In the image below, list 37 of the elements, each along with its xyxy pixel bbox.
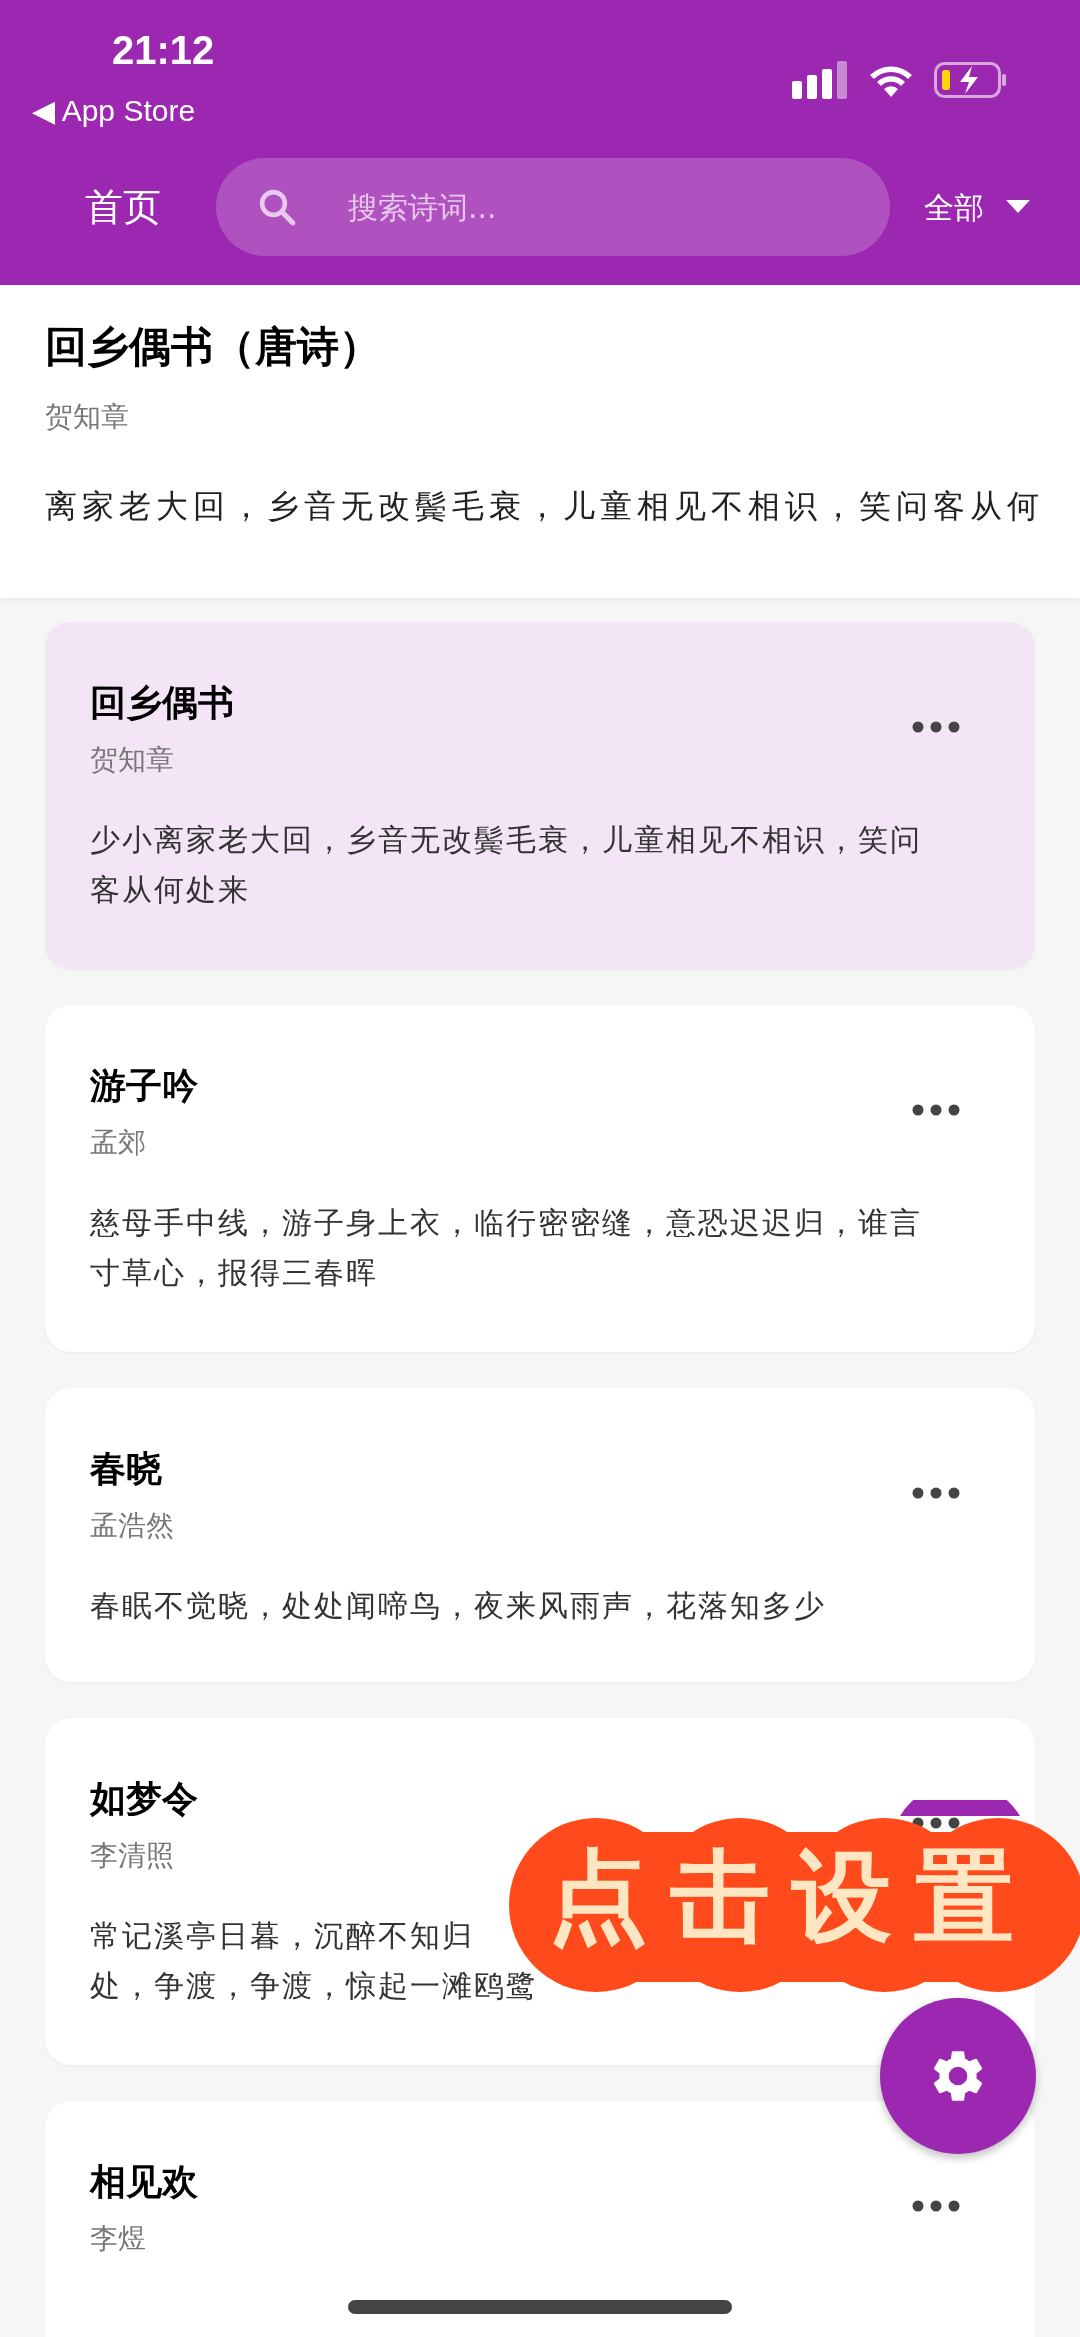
poem-card[interactable]: 相见欢 李煜	[45, 2101, 1035, 2337]
poem-excerpt: 常记溪亭日暮，沉醉不知归	[90, 1917, 475, 1955]
poem-card[interactable]: 回乡偶书 贺知章 少小离家老大回，乡音无改鬓毛衰，儿童相见不相识，笑问 客从何处来	[45, 622, 1035, 969]
poem-title: 如梦令	[90, 1777, 198, 1821]
caret-icon	[1006, 200, 1030, 214]
poem-author: 李清照	[90, 1838, 175, 1874]
back-link[interactable]: ◀ App Store	[32, 88, 196, 133]
signal-icon	[792, 61, 848, 99]
poem-card[interactable]: 春晓 孟浩然 春眠不觉晓，处处闻啼鸟，夜来风雨声，花落知多少	[45, 1388, 1035, 1682]
poem-author: 孟郊	[90, 1125, 147, 1161]
page-title: 首页	[84, 183, 162, 231]
poem-title: 游子吟	[90, 1064, 198, 1108]
poem-excerpt: 寸草心，报得三春晖	[90, 1254, 379, 1292]
status-time: 21:12	[112, 30, 215, 70]
detail-title: 回乡偶书（唐诗）	[45, 321, 382, 373]
poem-excerpt: 处，争渡，争渡，惊起一滩鸥鹭	[90, 1967, 539, 2005]
poem-card[interactable]: 游子吟 孟郊 慈母手中线，游子身上衣，临行密密缝，意恐迟迟归，谁言 寸草心，报得三春晖	[45, 1005, 1035, 1352]
fab-button[interactable]	[900, 1800, 1020, 1816]
poem-author: 贺知章	[90, 742, 175, 778]
filter-dropdown[interactable]: 全部	[924, 184, 1030, 230]
battery-icon	[934, 62, 1008, 98]
detail-text: 离家老大回，乡音无改鬓毛衰，儿童相见不相识，笑问客从何	[45, 485, 1045, 527]
wifi-icon	[868, 63, 914, 97]
poem-excerpt: 客从何处来	[90, 871, 251, 909]
detail-author: 贺知章	[45, 398, 130, 435]
poem-title: 春晓	[90, 1447, 163, 1491]
more-icon[interactable]	[912, 2200, 960, 2212]
poem-author: 孟浩然	[90, 1508, 174, 1544]
more-icon[interactable]	[912, 721, 960, 733]
poem-excerpt: 春眠不觉晓，处处闻啼鸟，夜来风雨声，花落知多少	[90, 1587, 827, 1625]
more-icon[interactable]	[912, 1104, 960, 1116]
poem-excerpt: 慈母手中线，游子身上衣，临行密密缝，意恐迟迟归，谁言	[90, 1204, 923, 1242]
more-icon[interactable]	[912, 1487, 960, 1499]
poem-excerpt: 少小离家老大回，乡音无改鬓毛衰，儿童相见不相识，笑问	[90, 821, 923, 859]
poem-title: 相见欢	[90, 2160, 198, 2204]
poem-author: 李煜	[90, 2221, 147, 2257]
poem-title: 回乡偶书	[90, 681, 234, 725]
